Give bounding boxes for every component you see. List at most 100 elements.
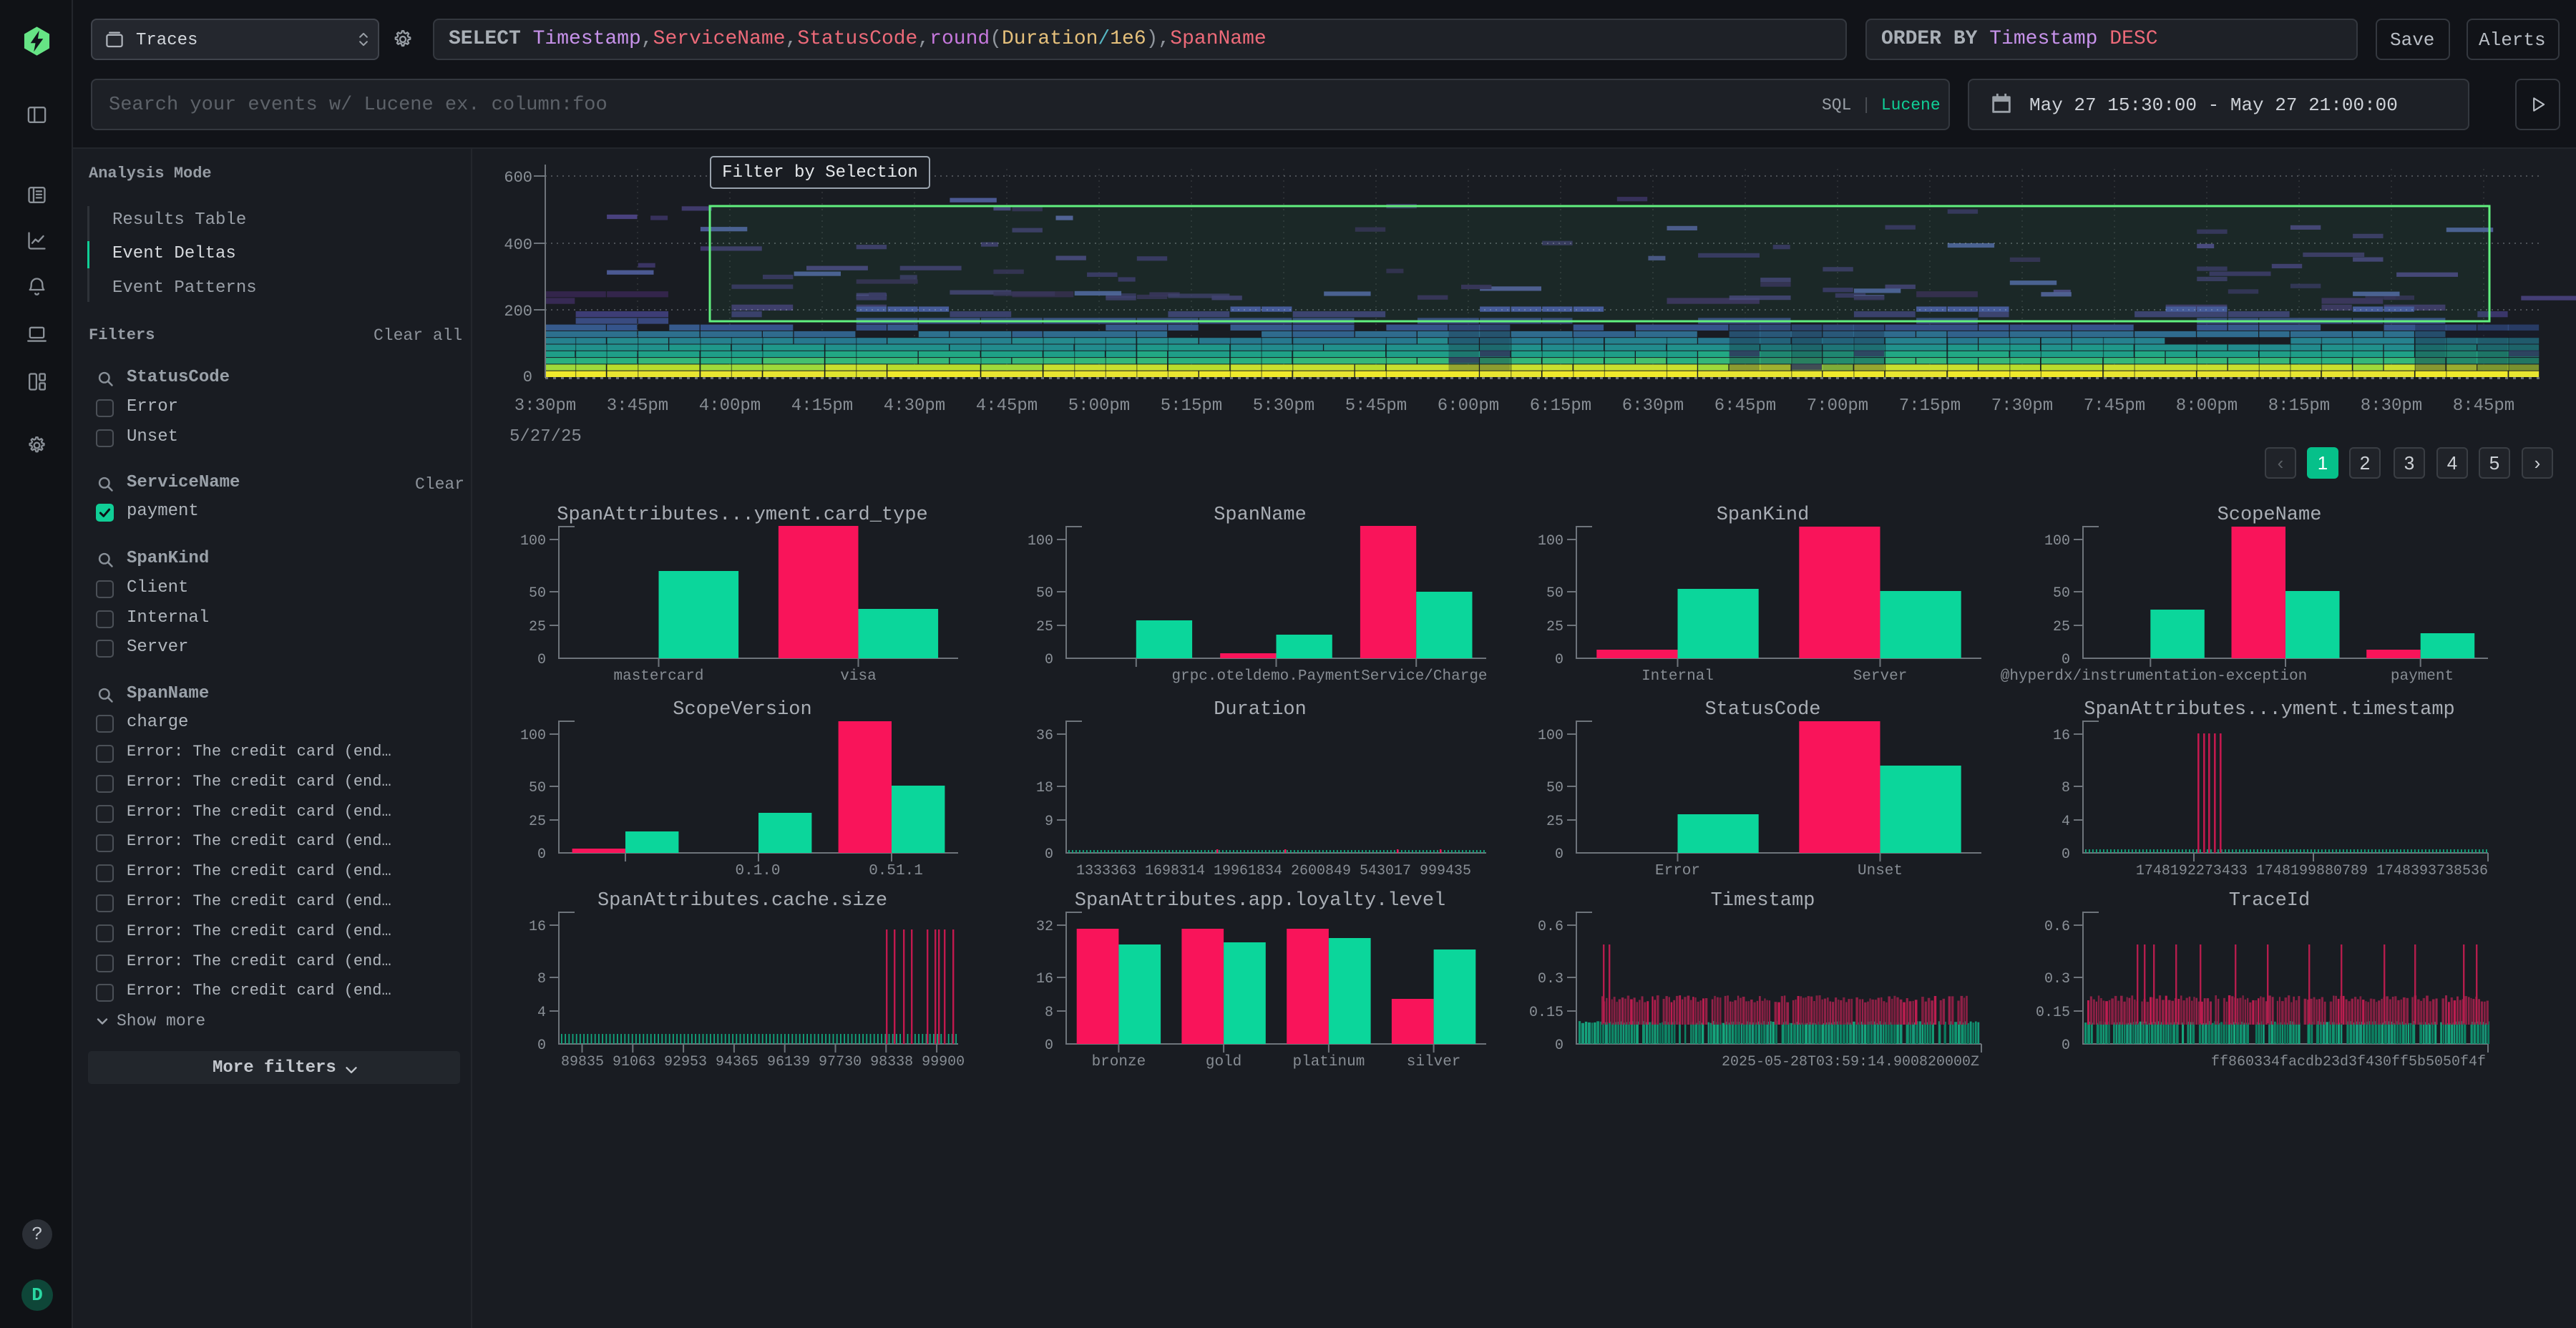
svg-text:6:30pm: 6:30pm <box>1622 396 1684 416</box>
svg-text:0.1.0: 0.1.0 <box>735 863 780 879</box>
svg-text:16: 16 <box>1036 971 1053 987</box>
svg-text:0.15: 0.15 <box>2036 1005 2070 1021</box>
svg-text:0: 0 <box>2062 652 2070 668</box>
svg-text:0: 0 <box>2062 1038 2070 1054</box>
svg-text:4:45pm: 4:45pm <box>976 396 1038 416</box>
svg-text:gold: gold <box>1206 1054 1241 1070</box>
svg-text:50: 50 <box>1546 585 1563 602</box>
svg-text:Server: Server <box>1853 668 1908 685</box>
svg-text:ScopeVersion: ScopeVersion <box>673 699 811 721</box>
svg-text:5:45pm: 5:45pm <box>1345 396 1407 416</box>
svg-text:mastercard: mastercard <box>613 668 703 685</box>
svg-text:0: 0 <box>1045 652 1053 668</box>
svg-text:8: 8 <box>1045 1005 1053 1021</box>
svg-text:16: 16 <box>2053 728 2070 744</box>
svg-text:SpanKind: SpanKind <box>1717 504 1810 526</box>
svg-text:1333363 1698314 19961834 26008: 1333363 1698314 19961834 2600849 543017 … <box>1076 863 1471 879</box>
svg-text:8: 8 <box>537 971 546 987</box>
svg-text:16: 16 <box>529 919 546 935</box>
svg-text:100: 100 <box>1538 533 1563 550</box>
svg-text:Error: Error <box>1655 863 1700 879</box>
svg-text:100: 100 <box>520 728 546 744</box>
svg-text:2025-05-28T03:59:14.900820000Z: 2025-05-28T03:59:14.900820000Z <box>1722 1054 1979 1070</box>
svg-text:5:30pm: 5:30pm <box>1253 396 1314 416</box>
svg-text:grpc.oteldemo.PaymentService/C: grpc.oteldemo.PaymentService/Charge <box>1171 668 1487 685</box>
svg-text:SpanAttributes.cache.size: SpanAttributes.cache.size <box>597 890 887 912</box>
svg-text:7:45pm: 7:45pm <box>2084 396 2145 416</box>
svg-text:8: 8 <box>2062 780 2070 796</box>
svg-text:50: 50 <box>1546 780 1563 796</box>
svg-text:4: 4 <box>2062 814 2070 830</box>
svg-text:50: 50 <box>2053 585 2070 602</box>
svg-text:50: 50 <box>529 780 546 796</box>
svg-text:25: 25 <box>1036 619 1053 635</box>
svg-text:0.6: 0.6 <box>2044 919 2070 935</box>
svg-text:9: 9 <box>1045 814 1053 830</box>
svg-text:25: 25 <box>2053 619 2070 635</box>
svg-text:1748192273433 1748199880789 17: 1748192273433 1748199880789 174839373853… <box>2136 863 2488 879</box>
svg-text:200: 200 <box>504 303 532 321</box>
svg-text:silver: silver <box>1407 1054 1461 1070</box>
svg-text:8:45pm: 8:45pm <box>2453 396 2514 416</box>
svg-text:4:30pm: 4:30pm <box>884 396 945 416</box>
svg-text:Timestamp: Timestamp <box>1711 890 1815 912</box>
svg-text:89835 91063 92953 94365 96139: 89835 91063 92953 94365 96139 97730 9833… <box>561 1054 965 1070</box>
svg-text:25: 25 <box>529 619 546 635</box>
svg-text:0: 0 <box>537 1038 546 1054</box>
svg-text:Unset: Unset <box>1858 863 1903 879</box>
svg-text:6:45pm: 6:45pm <box>1714 396 1776 416</box>
svg-text:5/27/25: 5/27/25 <box>509 427 582 446</box>
svg-text:6:00pm: 6:00pm <box>1438 396 1499 416</box>
svg-text:8:30pm: 8:30pm <box>2361 396 2422 416</box>
svg-text:0: 0 <box>1045 1038 1053 1054</box>
svg-text:0: 0 <box>537 846 546 863</box>
svg-text:0: 0 <box>2062 846 2070 863</box>
svg-text:36: 36 <box>1036 728 1053 744</box>
svg-text:100: 100 <box>2044 533 2070 550</box>
svg-text:@hyperdx/instrumentation-excep: @hyperdx/instrumentation-exception <box>2001 668 2307 685</box>
svg-text:4:00pm: 4:00pm <box>699 396 761 416</box>
svg-text:0.6: 0.6 <box>1538 919 1563 935</box>
svg-text:4:15pm: 4:15pm <box>791 396 853 416</box>
svg-text:6:15pm: 6:15pm <box>1530 396 1591 416</box>
svg-text:50: 50 <box>529 585 546 602</box>
svg-text:ScopeName: ScopeName <box>2218 504 2322 526</box>
svg-text:0.51.1: 0.51.1 <box>869 863 923 879</box>
svg-text:bronze: bronze <box>1092 1054 1146 1070</box>
svg-text:Duration: Duration <box>1214 699 1307 721</box>
svg-text:SpanAttributes.app.loyalty.lev: SpanAttributes.app.loyalty.level <box>1075 890 1445 912</box>
svg-text:3:30pm: 3:30pm <box>514 396 576 416</box>
svg-text:SpanName: SpanName <box>1214 504 1307 526</box>
svg-text:payment: payment <box>2391 668 2454 685</box>
svg-text:StatusCode: StatusCode <box>1704 699 1820 721</box>
svg-text:0.3: 0.3 <box>1538 971 1563 987</box>
svg-text:5:15pm: 5:15pm <box>1161 396 1222 416</box>
svg-text:visa: visa <box>840 668 876 685</box>
svg-text:0: 0 <box>537 652 546 668</box>
svg-text:5:00pm: 5:00pm <box>1068 396 1130 416</box>
svg-text:25: 25 <box>1546 814 1563 830</box>
svg-text:7:15pm: 7:15pm <box>1899 396 1961 416</box>
svg-text:0: 0 <box>1555 1038 1563 1054</box>
svg-text:25: 25 <box>529 814 546 830</box>
svg-text:7:00pm: 7:00pm <box>1807 396 1868 416</box>
svg-text:50: 50 <box>1036 585 1053 602</box>
svg-text:100: 100 <box>1538 728 1563 744</box>
svg-text:TraceId: TraceId <box>2229 890 2310 912</box>
svg-text:3:45pm: 3:45pm <box>607 396 668 416</box>
svg-text:8:15pm: 8:15pm <box>2268 396 2330 416</box>
svg-text:18: 18 <box>1036 780 1053 796</box>
svg-text:100: 100 <box>1028 533 1053 550</box>
svg-text:7:30pm: 7:30pm <box>1991 396 2053 416</box>
svg-text:600: 600 <box>504 169 532 187</box>
svg-text:0: 0 <box>523 368 532 386</box>
svg-text:4: 4 <box>537 1005 546 1021</box>
svg-text:0: 0 <box>1555 652 1563 668</box>
svg-text:8:00pm: 8:00pm <box>2176 396 2238 416</box>
svg-text:Internal: Internal <box>1641 668 1714 685</box>
svg-text:0: 0 <box>1045 846 1053 863</box>
svg-text:SpanAttributes...yment.timesta: SpanAttributes...yment.timestamp <box>2084 699 2454 721</box>
svg-text:ff860334facdb23d3f430ff5b5050f: ff860334facdb23d3f430ff5b5050f4f <box>2211 1054 2486 1070</box>
svg-text:0: 0 <box>1555 846 1563 863</box>
svg-text:400: 400 <box>504 236 532 254</box>
